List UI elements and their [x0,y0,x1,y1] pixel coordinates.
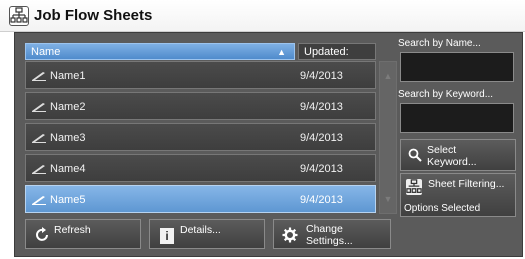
gear-icon [282,227,298,247]
list-item[interactable]: Name4 9/4/2013 [25,154,376,182]
window-title: Job Flow Sheets [34,7,153,24]
column-header-updated[interactable]: Updated: [298,43,376,60]
select-keyword-label-line2: Keyword... [427,156,477,168]
sheet-hierarchy-icon [406,179,422,195]
sort-ascending-icon: ▲ [277,47,286,57]
sheet-hierarchy-icon [9,6,29,26]
list-item-name: Name2 [50,101,86,113]
change-settings-label-line1: Change [306,223,343,235]
arrow-down-icon: ▼ [383,194,393,204]
list-item-selected[interactable]: Name5 9/4/2013 [25,185,376,213]
job-flow-panel: Name ▲ Updated: Name1 9/4/2013 Name2 9/4… [14,32,523,257]
edit-pen-icon [32,165,46,174]
list-item[interactable]: Name1 9/4/2013 [25,61,376,89]
list-scrollbar[interactable]: ▲ ▼ [379,61,397,214]
list-item-name: Name5 [50,194,86,206]
edit-pen-icon [32,196,46,205]
list-item-name: Name3 [50,132,86,144]
list-item-updated: 9/4/2013 [300,163,343,175]
edit-pen-icon [32,72,46,81]
search-by-keyword-label: Search by Keyword... [398,89,494,100]
list-item-updated: 9/4/2013 [300,194,343,206]
list-item-updated: 9/4/2013 [300,132,343,144]
column-header-name[interactable]: Name ▲ [25,43,295,60]
refresh-button[interactable]: Refresh [25,219,141,249]
options-selected-status: Options Selected [404,203,481,214]
list-item[interactable]: Name2 9/4/2013 [25,92,376,120]
refresh-label: Refresh [54,224,91,236]
select-keyword-button[interactable]: Select Keyword... [400,139,516,171]
list-item[interactable]: Name3 9/4/2013 [25,123,376,151]
search-by-name-label: Search by Name... [398,38,481,49]
title-bar: Job Flow Sheets [0,0,525,32]
list-item-updated: 9/4/2013 [300,70,343,82]
scroll-up-button[interactable]: ▲ [380,62,396,90]
info-icon: i [160,228,174,244]
scroll-down-button[interactable]: ▼ [380,185,396,213]
details-label: Details... [180,224,221,236]
list-item-updated: 9/4/2013 [300,101,343,113]
search-by-keyword-field[interactable] [400,103,514,133]
details-button[interactable]: i Details... [149,219,265,249]
arrow-up-icon: ▲ [383,71,393,81]
select-keyword-label-line1: Select [427,144,457,156]
column-header-updated-label: Updated: [304,46,349,58]
change-settings-button[interactable]: Change Settings... [273,219,391,249]
edit-pen-icon [32,103,46,112]
column-header-name-label: Name [31,46,61,58]
sheet-filtering-button[interactable]: Sheet Filtering... Options Selected [400,173,516,217]
search-by-name-field[interactable] [400,52,514,82]
edit-pen-icon [32,134,46,143]
search-icon [408,148,422,164]
change-settings-label-line2: Settings... [306,235,353,247]
refresh-icon [34,227,50,247]
list-item-name: Name4 [50,163,86,175]
list-item-name: Name1 [50,70,86,82]
sheet-filtering-label: Sheet Filtering... [428,178,505,190]
